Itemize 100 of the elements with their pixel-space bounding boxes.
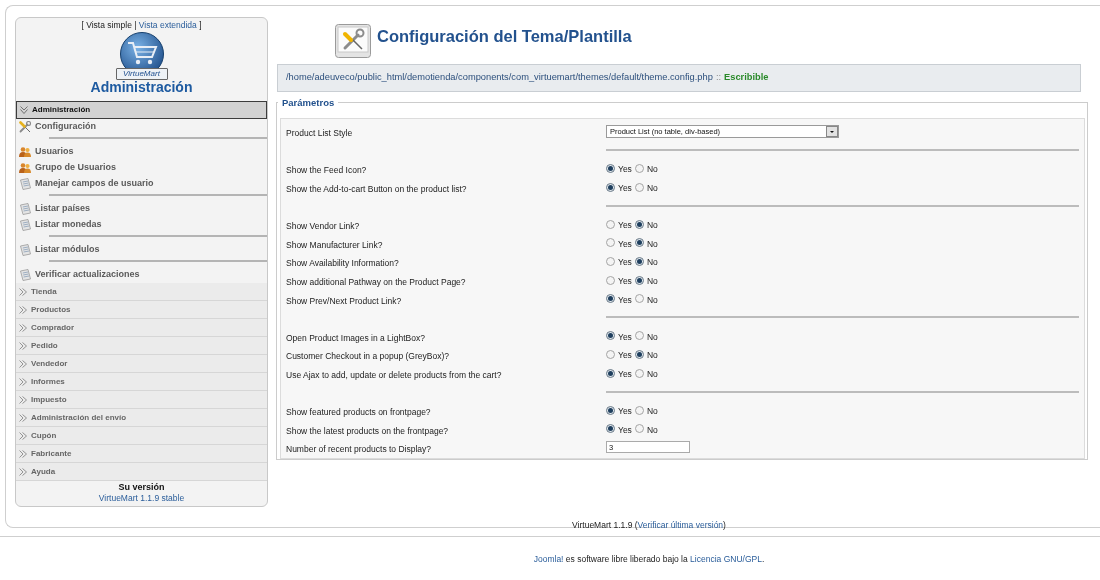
license-text: Joomla! es software libre liberado bajo la Licencia GNU/GPL. <box>533 554 765 564</box>
radio-button[interactable] <box>634 238 644 248</box>
radio-button[interactable] <box>634 256 644 266</box>
version-text: VirtueMart 1.1.9 (Verificar última versión) <box>572 520 726 531</box>
radio-label: Yes <box>618 183 632 194</box>
chevron-right-icon <box>19 359 27 368</box>
section-header[interactable]: Administración <box>16 101 267 119</box>
section-header[interactable]: Tienda <box>16 283 267 301</box>
menu-item[interactable]: Usuarios <box>19 144 74 160</box>
radio-button[interactable] <box>606 275 615 285</box>
radio-label: Yes <box>618 350 632 361</box>
radio-label: No <box>646 257 658 268</box>
users-icon <box>19 163 31 173</box>
menu-item[interactable]: Listar países <box>19 201 91 217</box>
radio-button[interactable] <box>634 164 644 173</box>
field-label: Show the Add-to-cart Button on the product list? <box>286 184 467 195</box>
file-path-text: /home/adeuveco/public_html/demotienda/components/com_virtuemart/themes/default/theme.config.php <box>286 71 713 85</box>
section-header[interactable]: Administración del envío <box>16 409 267 427</box>
radio-label: No <box>646 183 658 194</box>
sidebar-heading: Administración <box>90 80 193 94</box>
radio-button[interactable] <box>634 219 644 229</box>
radio-label: Yes <box>618 294 632 305</box>
file-status-label: Escribible <box>724 71 769 85</box>
section-header[interactable]: Pedido <box>16 337 267 355</box>
path-separator: :: <box>715 71 722 85</box>
radio-button[interactable] <box>634 182 644 192</box>
menu-item[interactable]: Listar módulos <box>19 242 100 258</box>
radio-button[interactable] <box>634 424 644 434</box>
radio-label: No <box>646 369 658 379</box>
section-header[interactable]: Informes <box>16 373 267 391</box>
chevron-right-icon <box>19 413 27 422</box>
radio-label: Yes <box>618 369 632 379</box>
chevron-right-icon <box>19 341 27 350</box>
radio-label: No <box>646 350 658 361</box>
field-label: Number of recent products to Display? <box>286 444 432 455</box>
field-label: Show Manufacturer Link? <box>286 239 383 250</box>
radio-label: No <box>646 164 658 175</box>
radio-button[interactable] <box>606 405 615 415</box>
radio-button[interactable] <box>606 182 615 192</box>
section-header[interactable]: Cupón <box>16 427 267 445</box>
section-header[interactable]: Comprador <box>16 319 267 337</box>
chevron-right-icon <box>19 449 27 458</box>
radio-button[interactable] <box>606 294 615 304</box>
section-header[interactable]: Fabricante <box>16 445 267 463</box>
chevron-right-icon <box>19 305 27 314</box>
fieldset-legend: Parámetros <box>278 97 339 108</box>
radio-label: No <box>646 331 658 342</box>
field-label: Show featured products on frontpage? <box>286 407 431 418</box>
radio-label: Yes <box>618 424 632 435</box>
menu-item[interactable]: Configuración <box>19 119 96 135</box>
radio-label: No <box>646 238 658 249</box>
field-label: Customer Checkout in a popup (GreyBox)? <box>286 351 449 362</box>
radio-label: No <box>646 276 658 287</box>
field-label: Show Prev/Next Product Link? <box>286 295 402 306</box>
chevron-right-icon <box>19 395 27 404</box>
license-link[interactable]: Licencia GNU/GPL <box>690 554 762 564</box>
radio-button[interactable] <box>606 368 615 378</box>
radio-button[interactable] <box>606 238 615 248</box>
radio-button[interactable] <box>634 405 644 415</box>
field-label: Open Product Images in a LightBox? <box>286 332 425 343</box>
radio-label: Yes <box>618 331 632 342</box>
section-header[interactable]: Productos <box>16 301 267 319</box>
document-icon <box>19 219 31 231</box>
radio-button[interactable] <box>606 349 615 359</box>
cms-link[interactable]: Joomla! <box>533 554 564 564</box>
radio-button[interactable] <box>634 349 644 359</box>
radio-label: No <box>646 406 658 417</box>
radio-button[interactable] <box>606 256 615 266</box>
section-header[interactable]: Ayuda <box>16 463 267 481</box>
current-view-label: Vista simple <box>86 20 132 30</box>
chevron-right-icon <box>19 431 27 440</box>
section-header[interactable]: Impuesto <box>16 391 267 409</box>
menu-item[interactable]: Verificar actualizaciones <box>19 267 140 283</box>
radio-button[interactable] <box>634 331 644 341</box>
version-heading: Su versión <box>118 481 165 493</box>
radio-label: Yes <box>618 220 632 231</box>
menu-item[interactable]: Manejar campos de usuario <box>19 176 154 192</box>
radio-button[interactable] <box>606 219 615 229</box>
radio-button[interactable] <box>606 424 615 434</box>
version-link[interactable]: VirtueMart 1.1.9 stable <box>98 493 185 503</box>
radio-label: No <box>646 220 658 231</box>
view-switch-text: [ Vista simple | Vista extendida ] <box>81 20 202 31</box>
menu-item[interactable]: Grupo de Usuarios <box>19 160 116 176</box>
document-icon <box>19 203 31 215</box>
chevron-down-icon <box>20 106 28 114</box>
chevron-right-icon <box>19 467 27 476</box>
chevron-right-icon <box>19 287 27 296</box>
radio-button[interactable] <box>634 275 644 285</box>
radio-button[interactable] <box>634 294 644 304</box>
menu-item[interactable]: Listar monedas <box>19 217 102 233</box>
radio-button[interactable] <box>606 164 615 173</box>
radio-label: No <box>646 294 658 305</box>
logo-banner: VirtueMart <box>115 68 168 80</box>
section-header[interactable]: Vendedor <box>16 355 267 373</box>
document-icon <box>19 269 31 281</box>
radio-button[interactable] <box>606 331 615 341</box>
radio-button[interactable] <box>634 368 644 378</box>
radio-label: No <box>646 424 658 435</box>
view-link[interactable]: Vista extendida <box>138 20 197 30</box>
radio-label: Yes <box>618 257 632 268</box>
